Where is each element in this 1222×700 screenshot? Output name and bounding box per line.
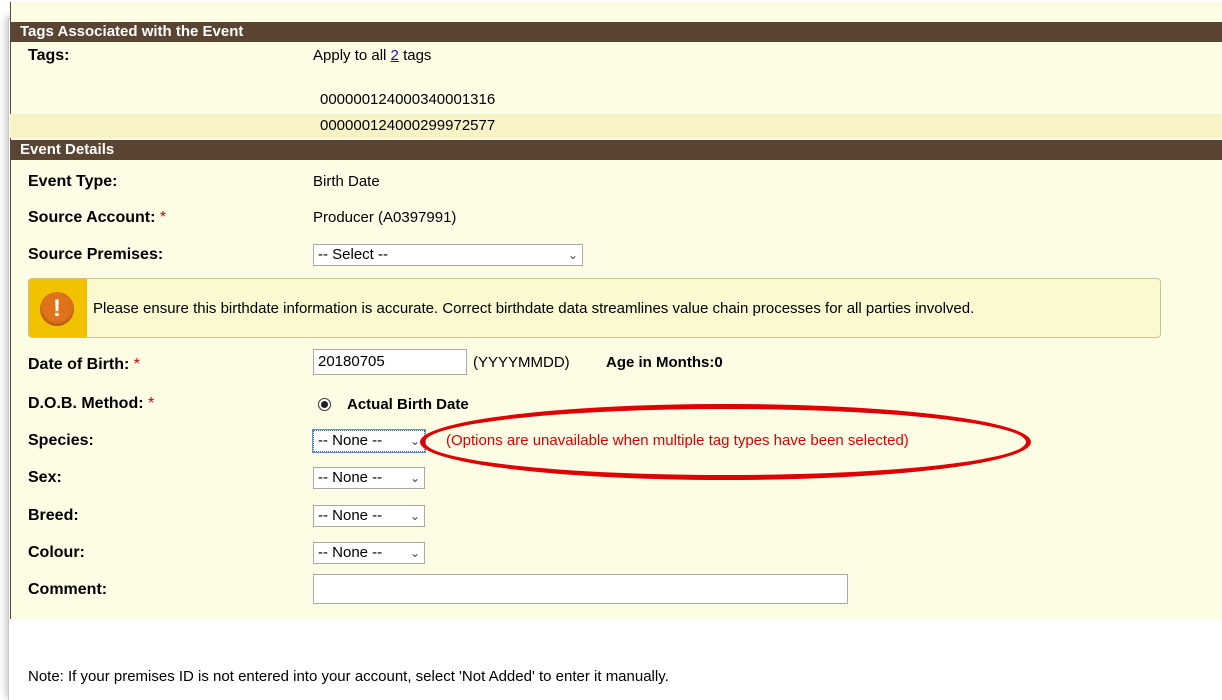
source-premises-select[interactable]: -- Select -- ⌄ [313,244,583,266]
premises-note: Note: If your premises ID is not entered… [28,668,669,685]
tags-section-header: Tags Associated with the Event [10,22,1222,42]
required-marker: * [133,356,141,373]
comment-label: Comment: [28,581,108,598]
dob-method-label: D.O.B. Method: * [28,395,155,412]
source-account-label: Source Account: * [28,209,167,226]
chevron-down-icon: ⌄ [567,248,578,262]
required-marker: * [148,395,155,412]
chevron-down-icon: ⌄ [409,434,420,448]
species-selected: -- None -- [318,432,383,449]
species-label: Species: [28,432,94,449]
species-select[interactable]: -- None -- ⌄ [312,429,426,453]
source-account-value: Producer (A0397991) [313,209,457,226]
warning-text: Please ensure this birthdate information… [93,300,975,317]
dob-method-option-label: Actual Birth Date [347,396,469,413]
sex-selected: -- None -- [318,469,383,486]
event-details-header: Event Details [10,140,1222,160]
breed-selected: -- None -- [318,507,383,524]
colour-selected: -- None -- [318,544,383,561]
source-premises-selected: -- Select -- [318,246,389,263]
apply-prefix: Apply to all [313,47,387,64]
age-in-months: Age in Months:0 [606,354,723,371]
source-premises-label: Source Premises: [28,246,164,263]
tag-id: 000000124000299972577 [320,117,496,134]
exclamation-icon: ! [40,292,74,326]
actual-birth-date-radio[interactable] [318,398,331,411]
tag-row-alt [10,114,1222,138]
warning-icon-box: ! [29,279,87,337]
dob-input[interactable]: 20180705 [313,349,467,375]
birthdate-warning: ! Please ensure this birthdate informati… [28,278,1161,338]
comment-input[interactable] [313,574,848,604]
colour-label: Colour: [28,544,85,561]
chevron-down-icon: ⌄ [409,546,420,560]
sex-label: Sex: [28,469,62,486]
annotation-ellipse [420,404,1031,480]
colour-select[interactable]: -- None -- ⌄ [313,542,425,564]
dob-label: Date of Birth: * [28,356,141,373]
apply-suffix: tags [403,47,432,64]
tags-label: Tags: [28,47,70,64]
dob-format: (YYYYMMDD) [473,354,570,371]
chevron-down-icon: ⌄ [409,509,420,523]
event-type-label: Event Type: [28,173,118,190]
chevron-down-icon: ⌄ [409,471,420,485]
event-type-value: Birth Date [313,173,380,190]
sex-select[interactable]: -- None -- ⌄ [313,467,425,489]
breed-label: Breed: [28,507,79,524]
tag-id: 000000124000340001316 [320,91,496,108]
apply-count-link[interactable]: 2 [391,47,399,64]
apply-all-tags: Apply to all 2 tags [313,46,431,66]
breed-select[interactable]: -- None -- ⌄ [313,505,425,527]
required-marker: * [159,209,167,226]
